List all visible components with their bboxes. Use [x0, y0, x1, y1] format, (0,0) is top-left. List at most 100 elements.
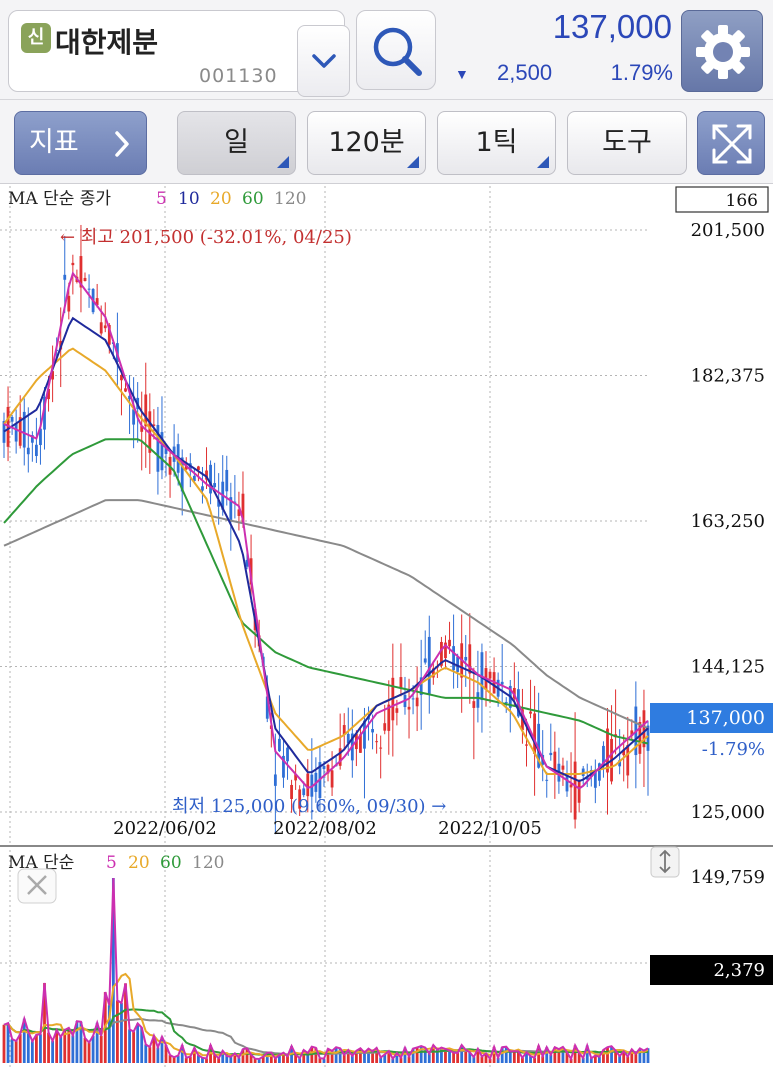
price-tick-label: 144,125 [691, 657, 765, 678]
volume-bar [47, 1032, 50, 1063]
expand-icon [712, 124, 752, 164]
period-tick-button[interactable]: 1틱 [437, 111, 556, 175]
candle-body [286, 747, 289, 762]
candle-body [464, 656, 468, 661]
current-volume-value: 2,379 [713, 960, 765, 981]
candle-body [427, 636, 431, 694]
candle-body [452, 646, 455, 671]
fullscreen-button[interactable] [697, 111, 765, 175]
change-value: 2,500 [497, 60, 553, 85]
candle-body [504, 701, 508, 703]
volume-ma-lines [3, 877, 649, 1062]
current-change-tag: -1.79% [702, 739, 765, 760]
ma-line-60 [3, 438, 649, 745]
stock-code: 001130 [199, 65, 278, 87]
candle-body [213, 483, 217, 488]
volume-bar [363, 1052, 366, 1063]
credit-badge: 신 [21, 23, 51, 53]
candle-body [476, 692, 480, 708]
chevron-down-icon [312, 54, 336, 68]
ma-period-label: 120 [274, 189, 306, 209]
settings-button[interactable] [681, 10, 763, 92]
volume-bar [415, 1047, 419, 1063]
volume-bar [2, 1024, 6, 1063]
tools-button[interactable]: 도구 [567, 111, 687, 175]
candle-body [10, 416, 14, 422]
period-day-button[interactable]: 일 [177, 111, 296, 175]
volume-bar [116, 1000, 119, 1063]
volume-bar [132, 1031, 136, 1063]
volume-bar [87, 1042, 91, 1063]
period-minute-label: 120분 [328, 127, 405, 158]
candle-body [407, 706, 411, 710]
volume-bar [51, 1041, 55, 1063]
search-icon [373, 27, 422, 76]
resize-panel-button[interactable] [650, 846, 680, 878]
volume-bar [91, 1035, 95, 1063]
candle-body [87, 288, 91, 290]
volume-max-label: 149,759 [691, 867, 765, 888]
candle-body [533, 713, 536, 754]
volume-bar [35, 1034, 38, 1063]
stock-name[interactable]: 대한제분 [55, 21, 158, 61]
volume-ma-period-label: 60 [160, 853, 182, 873]
moving-average-lines [3, 271, 649, 790]
date-tick-label: 2022/08/02 [273, 818, 377, 839]
volume-bar [59, 1036, 63, 1063]
search-button[interactable] [356, 10, 436, 90]
volume-bar [334, 1047, 338, 1063]
volume-bar [144, 1044, 148, 1063]
price-ma-legend: 5 10 20 60 120 [156, 189, 306, 209]
candle-body [383, 723, 387, 731]
stock-dropdown-button[interactable] [297, 25, 350, 97]
indicator-button[interactable]: 지표 [14, 111, 147, 175]
candle-body [423, 658, 427, 663]
tools-label: 도구 [602, 127, 652, 158]
current-price: 137,000 [552, 8, 672, 45]
volume-bar [39, 1034, 42, 1063]
volume-ma-period-label: 120 [192, 853, 224, 873]
date-axis-ticks: 2022/06/02 2022/08/02 2022/10/05 [113, 818, 542, 839]
ma-period-label: 60 [242, 189, 264, 209]
volume-bar [14, 1041, 18, 1063]
candle-body [561, 765, 565, 770]
candle-body [322, 766, 326, 770]
stock-chart[interactable]: MA 단순 종가 5 10 20 60 120 166 201,500 182,375 16… [0, 184, 773, 1069]
date-tick-label: 2022/10/05 [438, 818, 542, 839]
volume-bar [136, 1023, 140, 1063]
volume-bar [128, 1029, 131, 1063]
candle-body [525, 744, 528, 746]
volume-bar [148, 1047, 152, 1063]
candle-body [626, 745, 630, 776]
volume-bar [448, 1050, 451, 1063]
candle-body [35, 444, 38, 457]
candle-body [375, 741, 379, 743]
volume-bar [512, 1051, 516, 1063]
volume-bar [456, 1052, 460, 1063]
date-tick-label: 2022/06/02 [113, 818, 217, 839]
volume-ma-legend: 5 20 60 120 [106, 853, 224, 873]
stock-header: 신 대한제분 001130 137,000 ▼ 2,500 1.79% [0, 0, 773, 100]
candle-body [83, 277, 87, 281]
candle-body [565, 774, 569, 792]
dropdown-corner-icon [407, 156, 419, 168]
candle-body [278, 738, 281, 752]
candle-body [399, 677, 403, 688]
ma-period-label: 5 [156, 189, 167, 209]
price-ma-legend-label: MA 단순 종가 [8, 189, 111, 209]
candle-body [606, 728, 609, 773]
dropdown-corner-icon [537, 156, 549, 168]
volume-bar [508, 1051, 512, 1063]
close-volume-button[interactable] [17, 868, 57, 904]
down-arrow-icon: ▼ [455, 66, 469, 82]
candle-body [330, 770, 334, 788]
period-tick-label: 1틱 [475, 127, 518, 158]
grid-lines [0, 186, 650, 1069]
candle-body [99, 322, 103, 334]
volume-bar [606, 1047, 609, 1063]
ma-line-5 [3, 271, 649, 790]
period-minute-button[interactable]: 120분 [307, 111, 426, 175]
volume-ma-period-label: 20 [128, 853, 150, 873]
stock-selector[interactable]: 신 대한제분 001130 [8, 10, 350, 97]
candle-body [472, 701, 476, 708]
